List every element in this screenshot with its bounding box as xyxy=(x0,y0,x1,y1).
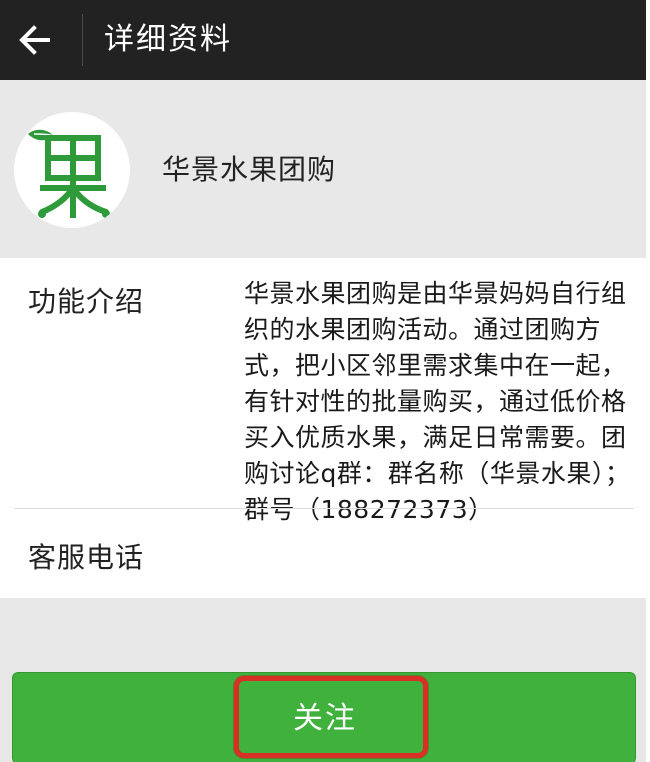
account-name: 华景水果团购 xyxy=(162,153,337,186)
follow-highlight-box xyxy=(234,676,428,758)
top-bar: 详细资料 xyxy=(0,0,646,80)
arrow-left-icon xyxy=(19,25,50,55)
back-button[interactable] xyxy=(6,8,70,72)
phone-label[interactable]: 客服电话 xyxy=(28,536,144,576)
row-divider xyxy=(14,508,634,509)
profile-header: 华景水果团购 xyxy=(0,80,646,258)
fruit-logo xyxy=(28,129,110,218)
intro-text: 华景水果团购是由华景妈妈自行组织的水果团购活动。通过团购方式，把小区邻里需求集中… xyxy=(244,279,631,524)
avatar[interactable] xyxy=(14,112,130,228)
intro-label: 功能介绍 xyxy=(28,285,145,318)
info-card: 功能介绍 华景水果团购是由华景妈妈自行组织的水果团购活动。通过团购方式，把小区邻… xyxy=(0,258,646,598)
topbar-divider xyxy=(82,14,83,66)
page-title: 详细资料 xyxy=(104,22,232,57)
profile-screen: 详细资料 华景水果团购 功能介绍 华景水果团购是由华景妈妈自行组织的水果团购活动… xyxy=(0,0,650,762)
